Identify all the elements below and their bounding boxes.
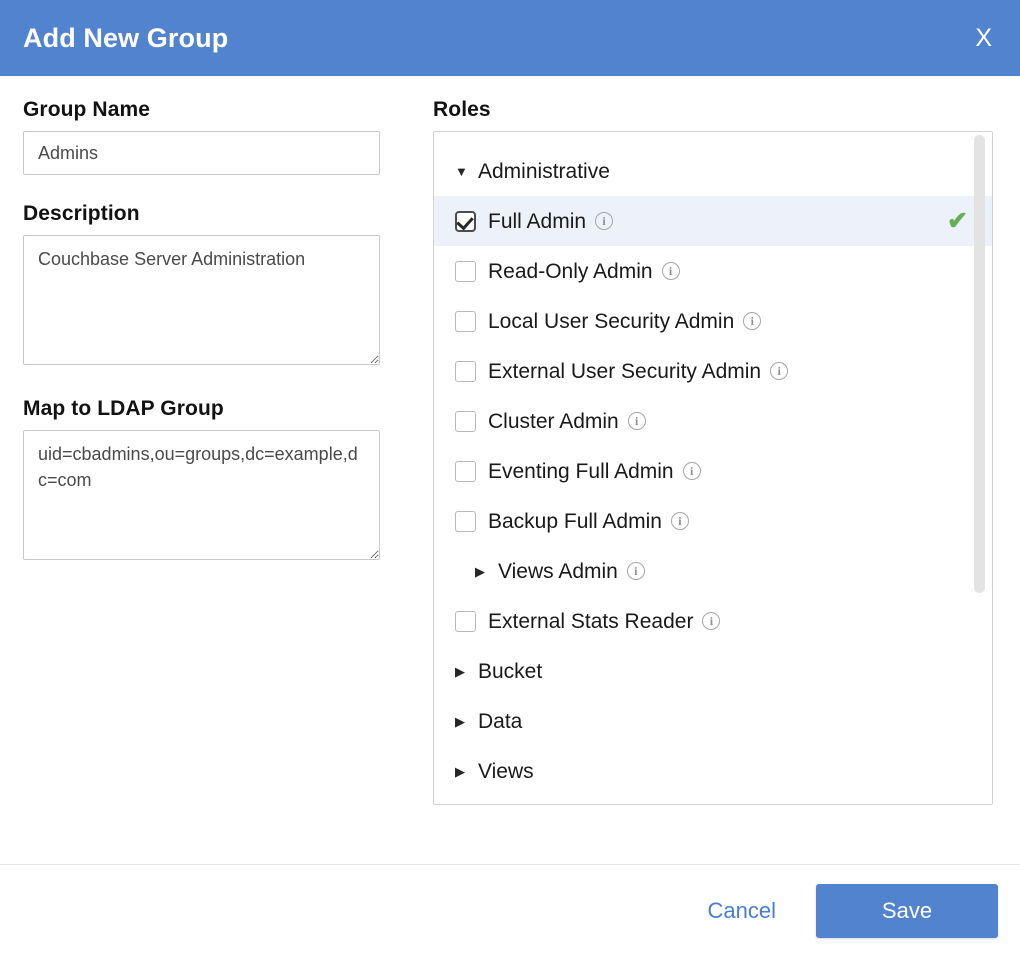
role-row[interactable]: Eventing Full Admin i xyxy=(434,446,992,496)
roles-scrollbar-thumb[interactable] xyxy=(974,135,985,593)
role-row[interactable]: ▶ Bucket xyxy=(434,646,992,696)
role-row[interactable]: External Stats Reader i xyxy=(434,596,992,646)
info-icon[interactable]: i xyxy=(743,312,761,330)
dialog-footer: Cancel Save xyxy=(0,865,1020,957)
role-label: Views xyxy=(478,761,534,782)
role-label: Views Admin xyxy=(498,561,618,582)
applied-check-icon: ✔ xyxy=(947,209,968,234)
role-row[interactable]: ▶ Data xyxy=(434,696,992,746)
role-checkbox[interactable] xyxy=(455,261,476,282)
group-name-label: Group Name xyxy=(23,98,403,122)
role-label: Backup Full Admin xyxy=(488,511,662,532)
role-row[interactable]: ▼ Administrative xyxy=(434,146,992,196)
role-label: Eventing Full Admin xyxy=(488,461,674,482)
role-checkbox[interactable] xyxy=(455,611,476,632)
cancel-button[interactable]: Cancel xyxy=(704,892,780,930)
role-label: External Stats Reader xyxy=(488,611,693,632)
role-label: Bucket xyxy=(478,661,542,682)
roles-list: ▼ Administrative Full Admin i ✔ Read-Only Adm… xyxy=(434,146,992,796)
dialog-body: Group Name Description Couchbase Server … xyxy=(0,76,1020,842)
role-checkbox[interactable] xyxy=(455,511,476,532)
form-column: Group Name Description Couchbase Server … xyxy=(23,98,433,842)
role-label: Administrative xyxy=(478,161,610,182)
chevron-right-icon[interactable]: ▶ xyxy=(455,765,471,778)
role-label: Data xyxy=(478,711,522,732)
info-icon[interactable]: i xyxy=(702,612,720,630)
role-label: External User Security Admin xyxy=(488,361,761,382)
chevron-right-icon[interactable]: ▶ xyxy=(455,665,471,678)
role-checkbox[interactable] xyxy=(455,461,476,482)
info-icon[interactable]: i xyxy=(628,412,646,430)
role-row[interactable]: External User Security Admin i xyxy=(434,346,992,396)
add-new-group-dialog: Add New Group X Group Name Description C… xyxy=(0,0,1020,957)
description-label: Description xyxy=(23,202,403,226)
info-icon[interactable]: i xyxy=(595,212,613,230)
role-row[interactable]: ▶ Views xyxy=(434,746,992,796)
chevron-right-icon[interactable]: ▶ xyxy=(475,565,491,578)
roles-column: Roles ▼ Administrative Full Admin i ✔ Read-On… xyxy=(433,98,998,842)
dialog-header: Add New Group X xyxy=(0,0,1020,76)
role-row[interactable]: Full Admin i ✔ xyxy=(434,196,992,246)
role-row[interactable]: Cluster Admin i xyxy=(434,396,992,446)
role-row[interactable]: Read-Only Admin i xyxy=(434,246,992,296)
description-input[interactable]: Couchbase Server Administration xyxy=(23,235,380,365)
chevron-right-icon[interactable]: ▶ xyxy=(455,715,471,728)
roles-panel: ▼ Administrative Full Admin i ✔ Read-Only Adm… xyxy=(433,131,993,805)
ldap-group-label: Map to LDAP Group xyxy=(23,397,403,421)
info-icon[interactable]: i xyxy=(662,262,680,280)
role-checkbox[interactable] xyxy=(455,411,476,432)
info-icon[interactable]: i xyxy=(770,362,788,380)
group-name-input[interactable] xyxy=(23,131,380,175)
chevron-down-icon[interactable]: ▼ xyxy=(455,165,471,178)
role-row[interactable]: ▶ Views Admin i xyxy=(434,546,992,596)
save-button[interactable]: Save xyxy=(816,884,998,938)
close-icon[interactable]: X xyxy=(969,24,998,53)
info-icon[interactable]: i xyxy=(627,562,645,580)
role-row[interactable]: Backup Full Admin i xyxy=(434,496,992,546)
role-checkbox[interactable] xyxy=(455,311,476,332)
role-checkbox[interactable] xyxy=(455,361,476,382)
role-label: Read-Only Admin xyxy=(488,261,653,282)
roles-label: Roles xyxy=(433,98,998,122)
role-label: Cluster Admin xyxy=(488,411,619,432)
role-checkbox[interactable] xyxy=(455,211,476,232)
info-icon[interactable]: i xyxy=(671,512,689,530)
role-label: Full Admin xyxy=(488,211,586,232)
role-label: Local User Security Admin xyxy=(488,311,734,332)
page-title: Add New Group xyxy=(23,23,228,54)
ldap-group-input[interactable]: uid=cbadmins,ou=groups,dc=example,dc=com xyxy=(23,430,380,560)
role-row[interactable]: Local User Security Admin i xyxy=(434,296,992,346)
info-icon[interactable]: i xyxy=(683,462,701,480)
